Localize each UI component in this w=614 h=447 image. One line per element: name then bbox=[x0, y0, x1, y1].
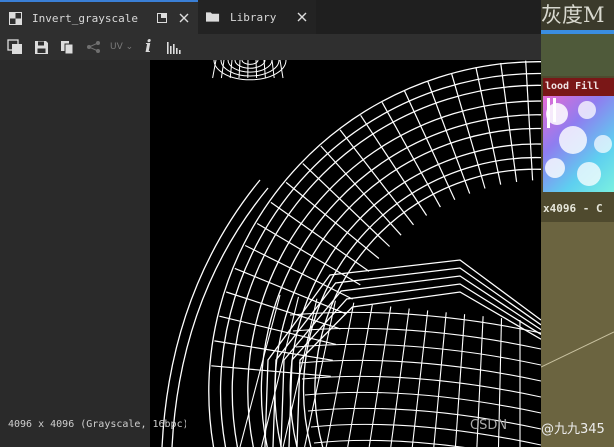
image-grid-icon bbox=[8, 11, 22, 25]
uv-dropdown[interactable]: UV ⌄ bbox=[110, 42, 133, 52]
uv-wireframe-image bbox=[161, 60, 541, 447]
float-window-button[interactable] bbox=[154, 10, 170, 26]
close-tab-button[interactable] bbox=[176, 10, 192, 26]
folder-icon bbox=[206, 10, 220, 24]
image-viewport[interactable] bbox=[150, 60, 541, 447]
histogram-button[interactable] bbox=[163, 36, 185, 58]
copy-button[interactable] bbox=[4, 36, 26, 58]
tab-invert-grayscale[interactable]: Invert_grayscale bbox=[0, 0, 198, 34]
save-icon bbox=[34, 40, 48, 54]
flood-fill-preview bbox=[543, 96, 614, 192]
copy-window-icon bbox=[7, 39, 22, 54]
tab-bar: Invert_grayscale Library bbox=[0, 0, 541, 34]
image-info-status: 4096 x 4096 (Grayscale, 16bpc) bbox=[8, 419, 186, 430]
clipboard-button[interactable] bbox=[56, 36, 78, 58]
background-dims-label: x4096 - C bbox=[543, 202, 603, 215]
info-button[interactable]: i bbox=[137, 36, 159, 58]
background-title: 灰度M bbox=[541, 0, 614, 30]
share-button[interactable] bbox=[82, 36, 104, 58]
uv-label: UV bbox=[110, 42, 123, 52]
share-icon bbox=[86, 41, 100, 53]
histogram-icon bbox=[167, 42, 181, 54]
tab-library[interactable]: Library bbox=[198, 0, 316, 34]
close-icon bbox=[179, 13, 189, 23]
view-toolbar: UV ⌄ i bbox=[0, 34, 541, 60]
background-panel bbox=[541, 34, 614, 76]
left-panel bbox=[0, 60, 150, 447]
info-icon: i bbox=[144, 37, 152, 57]
watermark-csdn: CSDN bbox=[470, 418, 508, 433]
background-window: 灰度M lood Fill x4096 - C @九九345 bbox=[541, 0, 614, 447]
close-icon bbox=[297, 12, 307, 22]
background-canvas bbox=[541, 222, 614, 447]
tab-label: Library bbox=[230, 10, 277, 24]
clipboard-icon bbox=[60, 40, 73, 54]
flood-fill-header: lood Fill bbox=[543, 78, 614, 96]
float-window-icon bbox=[157, 13, 167, 23]
chevron-down-icon: ⌄ bbox=[125, 42, 134, 52]
tab-label: Invert_grayscale bbox=[32, 11, 138, 25]
close-tab-button[interactable] bbox=[294, 9, 310, 25]
watermark-author: @九九345 bbox=[541, 422, 605, 437]
save-button[interactable] bbox=[30, 36, 52, 58]
